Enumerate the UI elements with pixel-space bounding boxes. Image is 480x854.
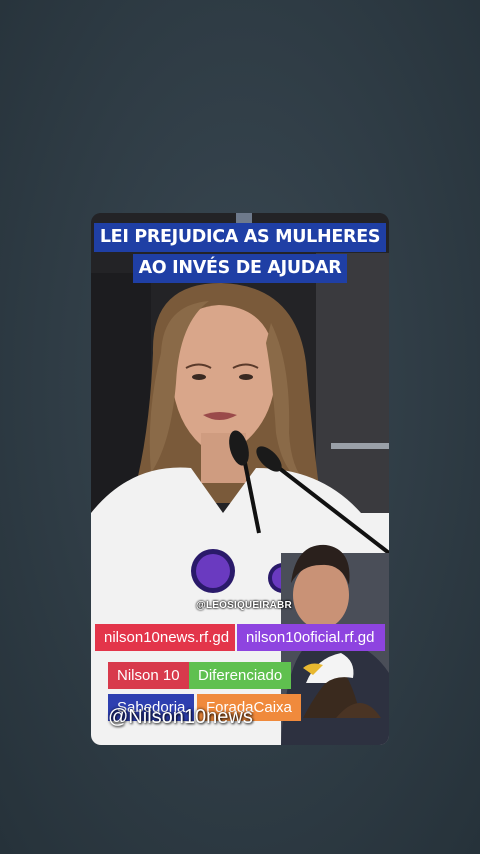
link-nilson10news[interactable]: nilson10news.rf.gd bbox=[95, 624, 235, 651]
credit-handle: @LEOSIQUEIRABR bbox=[196, 600, 292, 611]
link-nilson10oficial[interactable]: nilson10oficial.rf.gd bbox=[237, 624, 385, 651]
video-caption: LEI PREJUDICA AS MULHERES AO INVÉS DE AJ… bbox=[91, 222, 389, 284]
caption-line-2: AO INVÉS DE AJUDAR bbox=[132, 254, 348, 283]
watermark-handle: @Nilson10news bbox=[108, 706, 253, 728]
caption-line-1: LEI PREJUDICA AS MULHERES bbox=[93, 223, 387, 252]
video-card[interactable]: LEI PREJUDICA AS MULHERES AO INVÉS DE AJ… bbox=[91, 213, 389, 745]
tag-diferenciado: Diferenciado bbox=[189, 662, 292, 689]
tag-nilson-10: Nilson 10 bbox=[108, 662, 189, 689]
